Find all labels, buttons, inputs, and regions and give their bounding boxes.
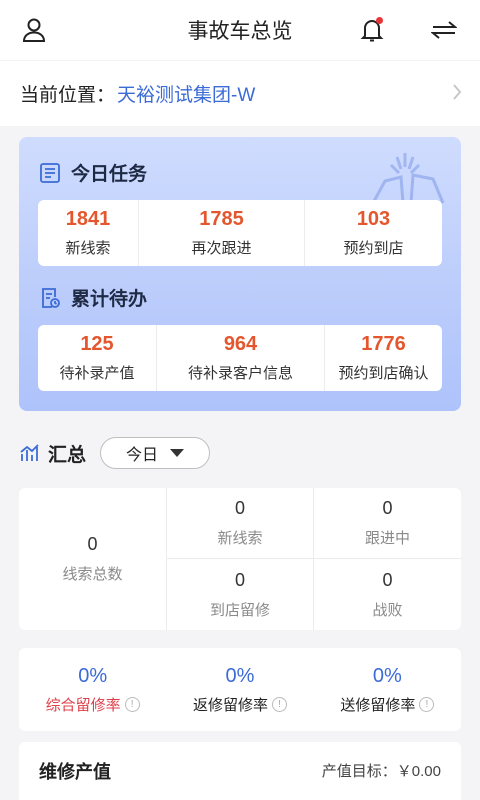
rate-value: 0%	[225, 664, 255, 687]
summary-label: 到店留修	[209, 601, 270, 619]
rate-value: 0%	[78, 664, 108, 687]
repair-output-target: 产值目标：￥0.00	[321, 763, 441, 780]
chevron-right-icon	[453, 84, 462, 100]
stat-label: 预约到店	[343, 240, 404, 257]
top-bar: 事故车总览	[0, 0, 480, 60]
summary-value: 0	[234, 569, 245, 590]
info-icon[interactable]: !	[419, 696, 435, 712]
stat-label: 待补录产值	[59, 365, 135, 382]
stat-label: 新线索	[65, 240, 111, 257]
location-label: 当前位置：	[20, 85, 116, 106]
switch-icon[interactable]	[428, 14, 460, 46]
stat-customer-info-pending[interactable]: 964 待补录客户信息	[157, 325, 325, 391]
summary-lost[interactable]: 0 战败	[314, 559, 461, 630]
stat-label: 预约到店确认	[338, 365, 429, 382]
summary-label: 跟进中	[364, 530, 410, 547]
stat-value: 125	[80, 333, 114, 355]
today-tasks-stats: 1841 新线索 1785 再次跟进 103 预约到店	[38, 200, 442, 266]
rate-overall: 0% 综合留修率 !	[19, 648, 166, 731]
stat-new-leads[interactable]: 1841 新线索	[38, 200, 139, 266]
rate-rework: 0% 返修留修率 !	[166, 648, 313, 731]
summary-label: 线索总数	[62, 566, 123, 583]
retention-rate-card: 0% 综合留修率 ! 0% 返修留修率 ! 0% 送修留修率 !	[19, 648, 461, 731]
stat-value: 1776	[361, 333, 406, 355]
summary-following[interactable]: 0 跟进中	[314, 488, 461, 559]
summary-header: 汇总 今日	[19, 436, 211, 470]
stat-label: 再次跟进	[191, 240, 252, 257]
rate-label-text: 返修留修率	[192, 696, 268, 714]
summary-title: 汇总	[48, 444, 87, 466]
stat-label: 待补录客户信息	[187, 365, 293, 382]
notification-bell-icon[interactable]	[356, 14, 388, 46]
caret-down-icon	[170, 449, 185, 457]
rate-sent: 0% 送修留修率 !	[314, 648, 461, 731]
stat-follow-up[interactable]: 1785 再次跟进	[139, 200, 305, 266]
rate-label-text: 送修留修率	[340, 696, 416, 714]
task-card: 今日任务 1841 新线索 1785 再次跟进 103 预约到店 累计待办 12…	[19, 137, 461, 411]
info-icon[interactable]: !	[124, 696, 140, 712]
summary-card: 0 线索总数 0 新线索 0 跟进中 0 到店留修 0 战败	[19, 488, 461, 630]
pending-title: 累计待办	[71, 289, 148, 310]
rate-value: 0%	[372, 664, 402, 687]
pending-heading: 累计待办	[39, 284, 147, 311]
summary-value: 0	[382, 498, 393, 518]
pending-stats: 125 待补录产值 964 待补录客户信息 1776 预约到店确认	[38, 325, 442, 391]
summary-new-leads[interactable]: 0 新线索	[167, 488, 314, 559]
rate-label: 送修留修率 !	[340, 694, 435, 715]
stat-value: 103	[356, 208, 391, 230]
period-dropdown[interactable]: 今日	[100, 437, 211, 469]
info-icon[interactable]: !	[272, 696, 287, 712]
page-title: 事故车总览	[187, 20, 293, 43]
rate-label: 综合留修率 !	[46, 694, 140, 715]
stat-output-pending[interactable]: 125 待补录产值	[38, 325, 157, 391]
repair-output-title: 维修产值	[39, 762, 111, 782]
stat-value: 964	[223, 333, 258, 355]
summary-label: 新线索	[217, 530, 263, 547]
location-value: 天裕测试集团-W	[117, 85, 256, 106]
summary-label: 战败	[372, 601, 403, 619]
summary-value: 0	[382, 569, 393, 590]
summary-total[interactable]: 0 线索总数	[19, 488, 167, 630]
stat-value: 1785	[199, 208, 244, 230]
period-value: 今日	[126, 447, 159, 464]
repair-output-card: 维修产值 产值目标：￥0.00	[19, 742, 461, 800]
document-clock-icon	[42, 287, 60, 308]
user-icon[interactable]	[18, 14, 50, 46]
rate-label-text: 综合留修率	[45, 696, 121, 714]
stat-appointment-confirm[interactable]: 1776 预约到店确认	[325, 325, 442, 391]
location-selector[interactable]: 当前位置： 天裕测试集团-W	[0, 61, 480, 126]
chart-icon	[20, 444, 39, 461]
summary-value: 0	[87, 534, 98, 554]
notification-dot	[376, 17, 383, 24]
stat-appointment[interactable]: 103 预约到店	[305, 200, 442, 266]
summary-value: 0	[234, 498, 245, 518]
stat-value: 1841	[65, 208, 111, 230]
today-tasks-heading: 今日任务	[39, 159, 147, 186]
task-list-icon	[40, 162, 60, 183]
car-illustration-icon	[371, 153, 445, 204]
summary-retained[interactable]: 0 到店留修	[167, 559, 314, 630]
today-tasks-title: 今日任务	[71, 164, 148, 185]
rate-label: 返修留修率 !	[193, 694, 287, 715]
